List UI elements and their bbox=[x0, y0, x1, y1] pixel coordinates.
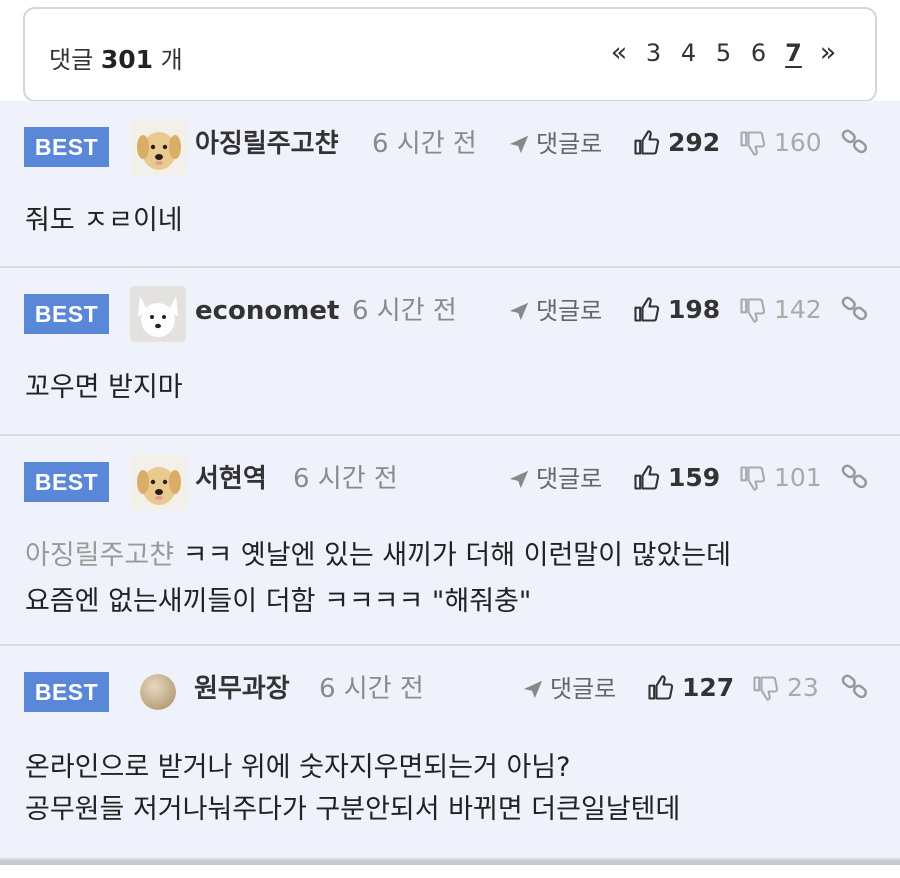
comment-item: BEST 원무과장 6 시간 전 댓글로 127 23 온라인으로 받거나 위에… bbox=[0, 646, 900, 860]
downvote-button[interactable]: 101 bbox=[738, 460, 822, 496]
downvote-button[interactable]: 23 bbox=[751, 670, 819, 706]
link-icon[interactable] bbox=[840, 462, 870, 492]
reply-label: 댓글로 bbox=[550, 675, 617, 703]
reply-button[interactable]: 댓글로 bbox=[508, 127, 602, 161]
comment-item: BEST 아징릴주고챤 6 시간 전 댓글로 292 160 줘도 ㅈㄹ이네 bbox=[0, 101, 900, 268]
downvote-count: 142 bbox=[774, 295, 822, 324]
reply-label: 댓글로 bbox=[536, 297, 603, 325]
page-link-3[interactable]: 3 bbox=[636, 39, 671, 67]
reply-button[interactable]: 댓글로 bbox=[508, 462, 602, 496]
upvote-count: 292 bbox=[668, 128, 721, 157]
upvote-count: 127 bbox=[682, 673, 735, 702]
comment-count-value: 301 bbox=[100, 45, 153, 74]
pagination: « 3 4 5 6 7 » bbox=[602, 37, 845, 68]
dog-avatar[interactable] bbox=[131, 119, 187, 175]
default-avatar[interactable] bbox=[140, 674, 176, 710]
comment-meta: BEST 서현역 6 시간 전 댓글로 159 101 bbox=[0, 436, 900, 526]
upvote-count: 198 bbox=[668, 295, 721, 324]
comment-author[interactable]: 서현역 bbox=[195, 462, 267, 496]
comment-text: 꼬우면 받지마 bbox=[25, 372, 183, 403]
comment-meta: BEST 원무과장 6 시간 전 댓글로 127 23 bbox=[0, 646, 900, 736]
downvote-count: 101 bbox=[774, 463, 822, 492]
upvote-button[interactable]: 198 bbox=[632, 292, 720, 328]
send-icon bbox=[509, 135, 529, 154]
comment-text-line-2: 요즘엔 없는새끼들이 더함 ㅋㅋㅋㅋ "해줘충" bbox=[25, 586, 532, 617]
comment-item: BEST 서현역 6 시간 전 댓글로 159 101 아징릴주고챤 ㅋㅋ 옛날… bbox=[0, 436, 900, 646]
comment-time: 6 시간 전 bbox=[319, 674, 424, 704]
page-link-5[interactable]: 5 bbox=[706, 39, 741, 67]
comment-item: BEST economet 6 시간 전 댓글로 198 142 꼬우면 받지마 bbox=[0, 268, 900, 436]
best-badge: BEST bbox=[24, 462, 109, 502]
comment-text-line-2: 공무원들 저거나눠주다가 구분안되서 바뀌면 더큰일날텐데 bbox=[25, 794, 681, 825]
comment-time: 6 시간 전 bbox=[293, 464, 398, 494]
comment-header: 댓글 301 개 « 3 4 5 6 7 » bbox=[23, 7, 877, 102]
mention-link[interactable]: 아징릴주고챤 bbox=[25, 540, 174, 571]
upvote-button[interactable]: 159 bbox=[632, 460, 720, 496]
comment-text: 줘도 ㅈㄹ이네 bbox=[25, 205, 183, 236]
comment-time: 6 시간 전 bbox=[352, 296, 457, 326]
upvote-count: 159 bbox=[668, 463, 721, 492]
reply-label: 댓글로 bbox=[536, 465, 603, 493]
send-icon bbox=[509, 302, 529, 321]
thumbs-up-icon bbox=[634, 465, 660, 490]
downvote-button[interactable]: 142 bbox=[738, 292, 822, 328]
link-icon[interactable] bbox=[840, 127, 870, 157]
reply-label: 댓글로 bbox=[536, 130, 603, 158]
comment-time: 6 시간 전 bbox=[372, 129, 477, 159]
comment-count: 댓글 301 개 bbox=[49, 40, 183, 75]
downvote-button[interactable]: 160 bbox=[738, 125, 822, 161]
thumbs-down-icon bbox=[740, 131, 766, 156]
dog-avatar[interactable] bbox=[131, 454, 187, 510]
thumbs-up-icon bbox=[634, 130, 660, 155]
thumbs-down-icon bbox=[753, 676, 779, 701]
upvote-button[interactable]: 127 bbox=[646, 670, 734, 706]
reply-button[interactable]: 댓글로 bbox=[522, 672, 616, 706]
comment-text-line-1: 아징릴주고챤 ㅋㅋ 옛날엔 있는 새끼가 더해 이런말이 많았는데 bbox=[25, 536, 731, 576]
send-icon bbox=[523, 680, 543, 699]
white-dog-avatar[interactable] bbox=[130, 286, 186, 342]
downvote-count: 23 bbox=[787, 673, 819, 702]
comment-author[interactable]: 아징릴주고챤 bbox=[195, 127, 339, 161]
downvote-count: 160 bbox=[774, 128, 822, 157]
thumbs-up-icon bbox=[634, 297, 660, 322]
comment-author[interactable]: economet bbox=[195, 294, 339, 328]
upvote-button[interactable]: 292 bbox=[632, 125, 720, 161]
thumbs-up-icon bbox=[648, 675, 674, 700]
reply-button[interactable]: 댓글로 bbox=[508, 294, 602, 328]
page-link-6[interactable]: 6 bbox=[741, 39, 776, 67]
thumbs-down-icon bbox=[740, 298, 766, 323]
comment-meta: BEST economet 6 시간 전 댓글로 198 142 bbox=[0, 268, 900, 358]
comment-count-suffix: 개 bbox=[160, 46, 183, 74]
link-icon[interactable] bbox=[840, 672, 870, 702]
current-page[interactable]: 7 bbox=[776, 39, 811, 67]
link-icon[interactable] bbox=[840, 294, 870, 324]
comment-text: ㅋㅋ 옛날엔 있는 새끼가 더해 이런말이 많았는데 bbox=[174, 540, 731, 571]
send-icon bbox=[509, 470, 529, 489]
comment-meta: BEST 아징릴주고챤 6 시간 전 댓글로 292 160 bbox=[0, 101, 900, 191]
best-badge: BEST bbox=[24, 294, 109, 334]
comment-text-line-1: 온라인으로 받거나 위에 숫자지우면되는거 아님? bbox=[25, 752, 571, 783]
best-badge: BEST bbox=[24, 672, 109, 712]
next-page-button[interactable]: » bbox=[811, 37, 845, 68]
best-badge: BEST bbox=[24, 127, 109, 167]
prev-page-button[interactable]: « bbox=[602, 37, 636, 68]
comment-author[interactable]: 원무과장 bbox=[194, 672, 290, 706]
comment-count-prefix: 댓글 bbox=[49, 46, 94, 74]
page-link-4[interactable]: 4 bbox=[671, 39, 706, 67]
list-bottom-divider bbox=[0, 860, 900, 865]
thumbs-down-icon bbox=[740, 466, 766, 491]
